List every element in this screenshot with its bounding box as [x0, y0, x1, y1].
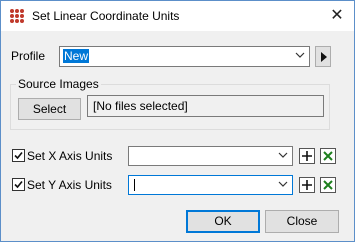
chevron-down-icon: [278, 152, 288, 158]
profile-value: New: [63, 49, 90, 63]
checkmark-icon: [14, 151, 23, 160]
profile-label: Profile: [11, 49, 46, 63]
select-button[interactable]: Select: [18, 98, 81, 120]
profile-options-button[interactable]: [315, 46, 331, 67]
x-axis-label: Set X Axis Units: [27, 149, 113, 163]
x-axis-add-button[interactable]: [299, 148, 315, 164]
chevron-down-icon: [278, 181, 288, 187]
profile-combo[interactable]: New: [59, 46, 310, 67]
title-bar: Set Linear Coordinate Units ✕: [1, 1, 354, 31]
plus-icon: [302, 151, 312, 161]
dialog-window: Set Linear Coordinate Units ✕ Profile Ne…: [0, 0, 355, 242]
x-axis-checkbox[interactable]: [12, 149, 25, 162]
window-title: Set Linear Coordinate Units: [32, 9, 180, 23]
ok-button[interactable]: OK: [186, 210, 260, 233]
chevron-down-icon: [295, 52, 305, 58]
y-axis-add-button[interactable]: [299, 177, 315, 193]
y-axis-delete-button[interactable]: [320, 177, 336, 193]
source-images-title: Source Images: [16, 77, 101, 91]
close-icon[interactable]: ✕: [326, 5, 348, 27]
close-button[interactable]: Close: [265, 210, 339, 233]
plus-icon: [302, 180, 312, 190]
arrow-right-icon: [321, 52, 327, 62]
x-axis-delete-button[interactable]: [320, 148, 336, 164]
selected-files-box: [No files selected]: [87, 95, 324, 117]
x-axis-units-combo[interactable]: [128, 146, 293, 166]
y-axis-units-combo[interactable]: [128, 175, 293, 195]
y-axis-checkbox[interactable]: [12, 178, 25, 191]
delete-icon: [322, 150, 334, 162]
selected-files-text: [No files selected]: [93, 99, 188, 113]
app-icon: [9, 8, 25, 24]
delete-icon: [322, 179, 334, 191]
text-cursor: [134, 179, 135, 191]
checkmark-icon: [14, 180, 23, 189]
y-axis-label: Set Y Axis Units: [27, 178, 112, 192]
